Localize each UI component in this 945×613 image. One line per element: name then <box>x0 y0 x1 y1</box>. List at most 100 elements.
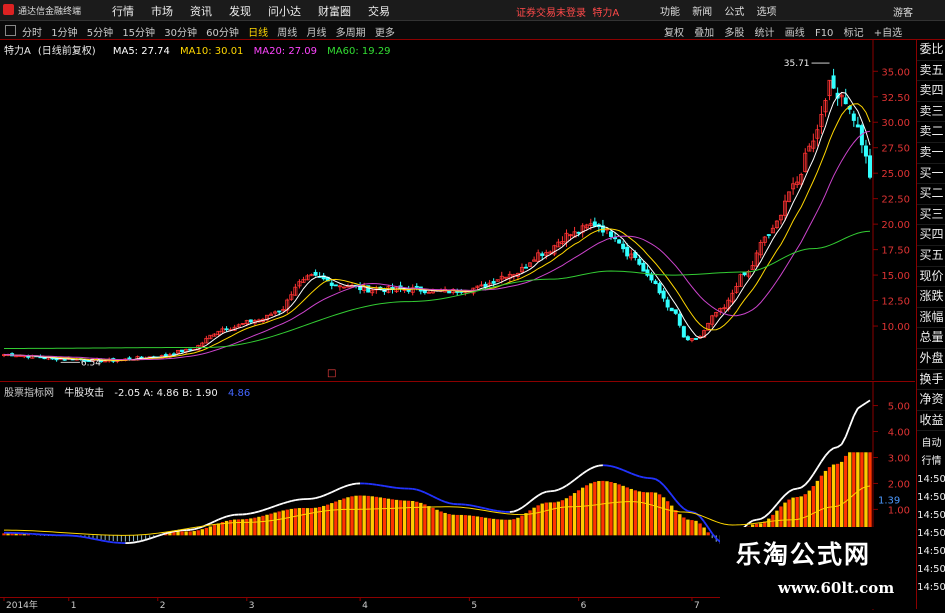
indicator-line-a <box>813 468 817 474</box>
indicator-line-a <box>255 511 259 512</box>
indicator-line-a <box>846 426 850 436</box>
quote-tab[interactable]: 涨跌 <box>917 287 945 308</box>
indicator-bar <box>585 485 588 535</box>
side-tab[interactable]: 14:50 <box>917 471 945 489</box>
ma20-line <box>4 131 870 360</box>
quote-tab[interactable]: 总量 <box>917 328 945 349</box>
menu-item[interactable]: 新闻 <box>692 7 712 18</box>
indicator-line-a <box>81 537 85 538</box>
indicator-bar <box>253 518 256 536</box>
candle-body <box>330 283 333 285</box>
period-tab[interactable]: 分时 <box>22 28 42 39</box>
indicator-line-a <box>158 535 162 536</box>
indicator-bar <box>447 514 450 535</box>
menu-item[interactable]: 市场 <box>151 3 173 19</box>
tool-button[interactable]: F10 <box>815 28 833 39</box>
indicator-bar <box>472 516 475 535</box>
indicator-line-a <box>773 504 777 509</box>
tool-button[interactable]: 多股 <box>724 28 744 39</box>
quote-tab[interactable]: 买四 <box>917 225 945 246</box>
side-tab[interactable]: 行情 <box>917 453 945 471</box>
indicator-bar <box>484 518 487 536</box>
quote-tab[interactable]: 卖三 <box>917 102 945 123</box>
candle-body <box>278 311 281 312</box>
tool-button[interactable]: 叠加 <box>694 28 714 39</box>
right-menu: 功能 新闻 公式 选项 <box>660 3 786 18</box>
period-tab[interactable]: 多周期 <box>336 28 366 39</box>
quote-tab[interactable]: 买一 <box>917 164 945 185</box>
quote-tab[interactable]: 委比 <box>917 40 945 61</box>
period-tab[interactable]: 周线 <box>277 28 297 39</box>
kline-chart[interactable]: 35.0032.5030.0027.5025.0022.5020.0017.50… <box>0 40 915 380</box>
period-tab[interactable]: 15分钟 <box>122 28 155 39</box>
period-tab[interactable]: 更多 <box>375 28 395 39</box>
indicator-bar <box>545 503 548 536</box>
candle-body <box>577 232 580 233</box>
price-tick-label: 35.00 <box>881 67 910 78</box>
side-tab[interactable]: 14:50 <box>917 543 945 561</box>
quote-tab[interactable]: 外盘 <box>917 349 945 370</box>
indicator-line-a <box>441 500 445 502</box>
period-tab[interactable]: 月线 <box>306 28 326 39</box>
menu-item[interactable]: 发现 <box>229 3 251 19</box>
panel-toggle-icon[interactable] <box>5 25 16 36</box>
quote-tab[interactable]: 涨幅 <box>917 308 945 329</box>
period-tab[interactable]: 1分钟 <box>51 28 77 39</box>
indicator-bar <box>245 519 248 535</box>
indicator-line-a <box>328 492 332 494</box>
menu-item[interactable]: 公式 <box>724 7 744 18</box>
quote-tab[interactable]: 买三 <box>917 205 945 226</box>
side-tab[interactable]: 14:50 <box>917 525 945 543</box>
guest-label[interactable]: 游客 <box>893 4 913 19</box>
side-tab[interactable]: 14:50 <box>917 489 945 507</box>
menu-item[interactable]: 资讯 <box>190 3 212 19</box>
period-tab[interactable]: 日线 <box>248 28 268 39</box>
indicator-line-a <box>704 522 708 528</box>
indicator-line-a <box>765 513 769 516</box>
indicator-bar <box>682 517 685 535</box>
quote-tab[interactable]: 现价 <box>917 267 945 288</box>
indicator-bar <box>188 531 191 535</box>
menu-item[interactable]: 功能 <box>660 7 680 18</box>
candle-body <box>694 338 697 339</box>
menu-item[interactable]: 财富圈 <box>318 3 351 19</box>
quote-tab[interactable]: 卖二 <box>917 122 945 143</box>
menu-item[interactable]: 选项 <box>757 7 777 18</box>
menu-item[interactable]: 交易 <box>368 3 390 19</box>
indicator-bar <box>476 516 479 535</box>
indicator-bar <box>286 510 289 536</box>
indicator-bar <box>383 498 386 535</box>
indicator-line-a <box>154 536 158 537</box>
side-tab[interactable]: 14:50 <box>917 579 945 597</box>
indicator-bar <box>192 531 195 535</box>
quote-tab[interactable]: 卖五 <box>917 61 945 82</box>
indicator-line-a <box>639 476 643 477</box>
period-tab[interactable]: 30分钟 <box>164 28 197 39</box>
tool-button[interactable]: +自选 <box>874 28 902 39</box>
quote-tab[interactable]: 买二 <box>917 184 945 205</box>
quote-tab[interactable]: 卖四 <box>917 81 945 102</box>
tool-button[interactable]: 画线 <box>785 28 805 39</box>
indicator-line-a <box>324 494 328 496</box>
indicator-line-a <box>194 528 198 529</box>
period-tab[interactable]: 60分钟 <box>206 28 239 39</box>
indicator-line-a <box>805 480 809 485</box>
side-tab[interactable]: 自动 <box>917 435 945 453</box>
quote-tab[interactable]: 收益 <box>917 411 945 432</box>
quote-tab[interactable]: 净资 <box>917 390 945 411</box>
tool-button[interactable]: 标记 <box>844 28 864 39</box>
quote-tab[interactable]: 买五 <box>917 246 945 267</box>
side-tab[interactable]: 14:50 <box>917 561 945 579</box>
tool-button[interactable]: 复权 <box>664 28 684 39</box>
period-tab[interactable]: 5分钟 <box>87 28 113 39</box>
tool-button[interactable]: 统计 <box>755 28 775 39</box>
candle-body <box>852 114 855 121</box>
kline-panel[interactable]: 35.0032.5030.0027.5025.0022.5020.0017.50… <box>0 40 915 380</box>
side-tab[interactable]: 14:50 <box>917 507 945 525</box>
quote-tab[interactable]: 卖一 <box>917 143 945 164</box>
candle-body <box>767 235 770 236</box>
menu-item[interactable]: 问小达 <box>268 3 301 19</box>
menu-item[interactable]: 行情 <box>112 3 134 19</box>
login-status[interactable]: 证券交易未登录 特力A <box>516 4 619 19</box>
quote-tab[interactable]: 换手 <box>917 370 945 391</box>
